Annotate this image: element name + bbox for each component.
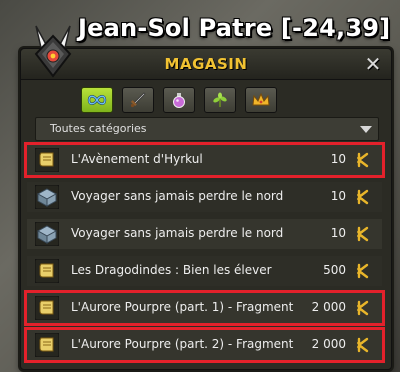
tab-consumables[interactable]	[163, 87, 195, 113]
item-price: 2 000	[311, 300, 346, 314]
item-price: 2 000	[311, 337, 346, 351]
list-item[interactable]: L'Avènement d'Hyrkul 10	[27, 145, 382, 175]
item-name: Voyager sans jamais perdre le nord	[71, 226, 284, 240]
close-icon[interactable]: ✕	[361, 52, 385, 76]
potion-icon	[173, 93, 185, 108]
scroll-icon	[35, 148, 59, 172]
kama-icon	[357, 152, 369, 168]
item-name: L'Aurore Pourpre (part. 2) - Fragment	[71, 337, 294, 351]
list-item[interactable]: L'Aurore Pourpre (part. 1) - Fragment 2 …	[27, 293, 382, 323]
kama-icon	[357, 300, 369, 316]
kama-icon	[357, 226, 369, 242]
list-item[interactable]: L'Aurore Pourpre (part. 2) - Fragment 2 …	[27, 330, 382, 360]
category-tabs	[81, 87, 277, 113]
chest-icon	[35, 185, 59, 209]
crown-icon	[252, 92, 270, 106]
shop-panel: MAGASIN ✕ Toutes catégories L'Avènement …	[20, 48, 392, 370]
tab-resources[interactable]	[204, 87, 236, 113]
category-filter-label: Toutes catégories	[50, 122, 147, 135]
scroll-icon	[35, 296, 59, 320]
kama-icon	[357, 189, 369, 205]
weapon-icon	[130, 92, 146, 108]
list-item[interactable]: Les Dragodindes : Bien les élever 500	[27, 256, 382, 286]
list-item[interactable]: Voyager sans jamais perdre le nord 10	[27, 182, 382, 212]
item-name: L'Avènement d'Hyrkul	[71, 152, 203, 166]
item-name: Voyager sans jamais perdre le nord	[71, 189, 284, 203]
plant-icon	[213, 92, 227, 107]
chest-icon	[35, 222, 59, 246]
item-list: L'Avènement d'Hyrkul 10 Voyager sans jam…	[27, 145, 382, 367]
list-item[interactable]: Voyager sans jamais perdre le nord 10	[27, 219, 382, 249]
tab-weapons[interactable]	[122, 87, 154, 113]
infinity-icon	[87, 95, 107, 105]
item-price: 500	[323, 263, 346, 277]
scroll-icon	[35, 259, 59, 283]
kama-icon	[357, 337, 369, 353]
kama-icon	[357, 263, 369, 279]
scroll-icon	[35, 333, 59, 357]
item-name: Les Dragodindes : Bien les élever	[71, 263, 272, 277]
tab-cosmetics[interactable]	[245, 87, 277, 113]
chevron-down-icon	[360, 126, 372, 133]
npc-emblem-icon	[34, 25, 72, 78]
npc-title: Jean-Sol Patre [-24,39]	[78, 14, 391, 42]
category-filter[interactable]: Toutes catégories	[35, 117, 379, 141]
tab-all[interactable]	[81, 87, 113, 113]
item-price: 10	[330, 152, 346, 166]
item-name: L'Aurore Pourpre (part. 1) - Fragment	[71, 300, 294, 314]
item-price: 10	[330, 189, 346, 203]
item-price: 10	[330, 226, 346, 240]
